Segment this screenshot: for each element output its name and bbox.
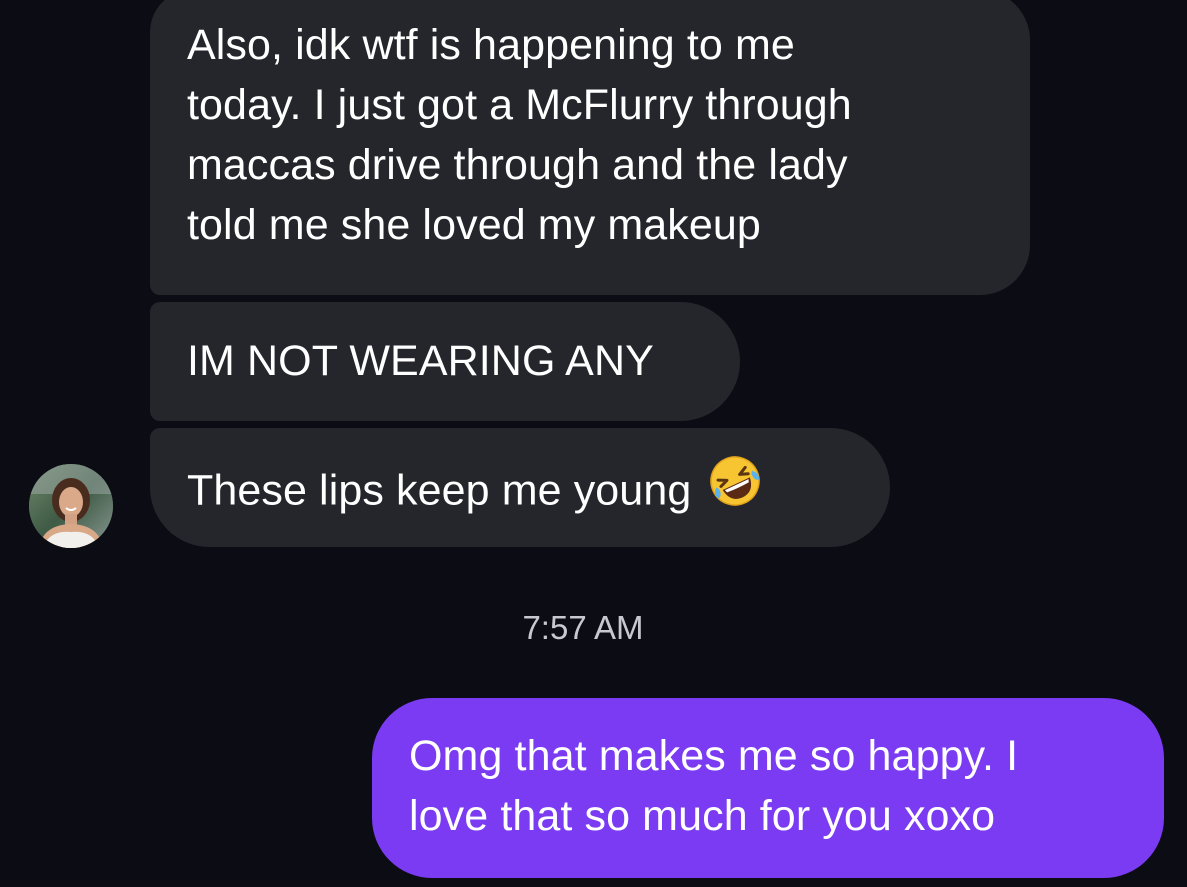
message-text: These lips keep me young [187, 466, 692, 515]
message-line: today. I just got a McFlurry through [187, 81, 852, 129]
contact-avatar[interactable] [29, 464, 113, 548]
outgoing-message-bubble[interactable]: Omg that makes me so happy. I love that … [372, 698, 1164, 878]
incoming-message-bubble[interactable]: These lips keep me young [150, 428, 890, 547]
rolling-on-the-floor-laughing-emoji-icon [707, 453, 763, 525]
message-timestamp: 7:57 AM [522, 609, 644, 646]
message-line: love that so much for you xoxo [409, 792, 996, 840]
message-line: told me she loved my makeup [187, 201, 761, 249]
message-thread: Also, idk wtf is happening to me today. … [0, 0, 1187, 887]
incoming-message-bubble[interactable]: Also, idk wtf is happening to me today. … [150, 0, 1030, 295]
avatar-photo-icon [29, 464, 113, 548]
incoming-message-bubble[interactable]: IM NOT WEARING ANY [150, 302, 740, 421]
message-text: IM NOT WEARING ANY [187, 337, 654, 385]
message-line: Omg that makes me so happy. I [409, 732, 1019, 780]
message-line: maccas drive through and the lady [187, 141, 848, 189]
message-line: Also, idk wtf is happening to me [187, 21, 795, 69]
